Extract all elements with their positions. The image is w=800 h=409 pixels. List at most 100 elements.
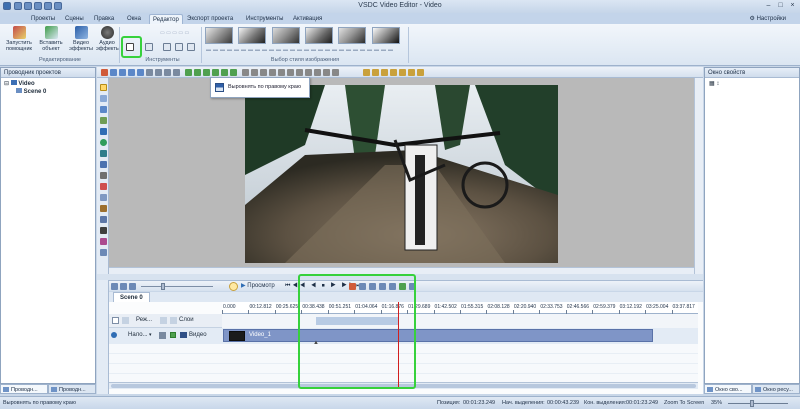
- timeline-zoom-in-icon[interactable]: [120, 283, 127, 290]
- tree-item-scene[interactable]: Scene 0: [4, 88, 95, 96]
- marker-icon[interactable]: [381, 69, 388, 76]
- animation-tool-icon[interactable]: [100, 249, 107, 256]
- style-thumb-4[interactable]: [305, 27, 333, 44]
- tab-properties[interactable]: Окно сво...: [704, 384, 752, 394]
- align-center-icon[interactable]: [194, 69, 201, 76]
- shadow-icon[interactable]: [408, 69, 415, 76]
- insert-object-button[interactable]: Вставить объект: [36, 26, 66, 52]
- preview-button[interactable]: ▶ Просмотр: [241, 281, 275, 291]
- chart-tool-icon[interactable]: [100, 205, 107, 212]
- move-down-icon[interactable]: [155, 69, 162, 76]
- track-blend-dropdown-icon[interactable]: ▾: [149, 332, 152, 338]
- canvas-vertical-scrollbar[interactable]: [694, 78, 703, 274]
- timeline-zoom-fit-icon[interactable]: [129, 283, 136, 290]
- ungroup-icon[interactable]: [278, 69, 285, 76]
- timeline-options-icon[interactable]: [229, 282, 238, 291]
- undo-icon[interactable]: [101, 69, 108, 76]
- position-icon[interactable]: [305, 69, 312, 76]
- rotate-left-icon[interactable]: [163, 43, 171, 51]
- canvas-horizontal-scrollbar[interactable]: [109, 267, 694, 274]
- timeline-ruler[interactable]: 0.000 00:12.812 00:25.625 00:38.438 00:51.25…: [222, 302, 698, 314]
- categorized-icon[interactable]: ▦: [709, 81, 715, 87]
- bring-front-icon[interactable]: [164, 69, 171, 76]
- style-thumb-3[interactable]: [272, 27, 300, 44]
- flip-icon[interactable]: [187, 43, 195, 51]
- zoom-out-icon[interactable]: [119, 69, 126, 76]
- pointer-icon[interactable]: [363, 69, 370, 76]
- zoom-slider[interactable]: [728, 403, 788, 404]
- close-button[interactable]: ×: [788, 2, 797, 10]
- video-clip[interactable]: Video_1: [223, 329, 653, 342]
- tab-tools[interactable]: Инструменты: [243, 14, 286, 24]
- tab-resources[interactable]: Окно ресу...: [752, 384, 800, 394]
- tab-project-explorer[interactable]: Проводн...: [0, 384, 48, 394]
- style-thumb-2[interactable]: [238, 27, 266, 44]
- settings-button[interactable]: ⚙ Настройки: [750, 14, 786, 24]
- zoom-fit-icon[interactable]: [128, 69, 135, 76]
- timeline-ruler-sub[interactable]: [222, 314, 698, 328]
- timeline-zoom-out-icon[interactable]: [111, 283, 118, 290]
- snap-icon[interactable]: [251, 69, 258, 76]
- align-bottom-icon[interactable]: [230, 69, 237, 76]
- align-left-icon[interactable]: [185, 69, 192, 76]
- ellipse-tool-icon[interactable]: [100, 139, 107, 146]
- grid-icon[interactable]: [242, 69, 249, 76]
- timeline-zoom-thumb[interactable]: [161, 283, 165, 290]
- hand-icon[interactable]: [372, 69, 379, 76]
- minimize-button[interactable]: –: [764, 2, 773, 10]
- polygon-tool-icon[interactable]: [100, 150, 107, 157]
- rectangle-tool-icon[interactable]: [100, 128, 107, 135]
- sprite-tool-icon[interactable]: [100, 183, 107, 190]
- opacity-icon[interactable]: [332, 69, 339, 76]
- sort-az-icon[interactable]: ↕: [716, 81, 719, 87]
- audio-tool-icon[interactable]: [100, 227, 107, 234]
- crop-tool-icon[interactable]: [145, 43, 153, 51]
- maximize-button[interactable]: □: [776, 2, 785, 10]
- stroke-icon[interactable]: [399, 69, 406, 76]
- tab-export[interactable]: Экспорт проекта: [184, 14, 236, 24]
- select-tool-icon[interactable]: [100, 84, 107, 91]
- move-up-icon[interactable]: [146, 69, 153, 76]
- tab-editor[interactable]: Редактор: [149, 14, 183, 24]
- audio-effects-button[interactable]: Аудио эффекты: [96, 26, 120, 52]
- resize-icon[interactable]: [296, 69, 303, 76]
- align-middle-icon[interactable]: [221, 69, 228, 76]
- collapse-icon[interactable]: ⊟: [4, 81, 9, 87]
- transparency-icon[interactable]: [417, 69, 424, 76]
- zoom-in-icon[interactable]: [110, 69, 117, 76]
- effect-tool-icon[interactable]: [100, 238, 107, 245]
- style-thumb-5[interactable]: [338, 27, 366, 44]
- rotate-right-icon[interactable]: [175, 43, 183, 51]
- tree-item-video[interactable]: ⊟ Video: [4, 80, 95, 88]
- fill-icon[interactable]: [390, 69, 397, 76]
- video-effects-button[interactable]: Видео эффекты: [66, 26, 96, 52]
- tab-scenes[interactable]: Сцены: [62, 14, 87, 24]
- pen-tool-icon[interactable]: [100, 106, 107, 113]
- crop-icon[interactable]: [314, 69, 321, 76]
- subtitle-tool-icon[interactable]: [100, 172, 107, 179]
- video-tool-icon[interactable]: [100, 216, 107, 223]
- style-thumb-1[interactable]: [205, 27, 233, 44]
- layer-lock-icon[interactable]: [122, 317, 129, 324]
- lock-icon[interactable]: [260, 69, 267, 76]
- style-thumb-6[interactable]: [372, 27, 400, 44]
- line-tool-icon[interactable]: [100, 117, 107, 124]
- scene-tab[interactable]: Scene 0: [113, 292, 150, 302]
- track-audio-icon[interactable]: [159, 332, 166, 339]
- rotate-icon[interactable]: [137, 69, 144, 76]
- track-eye-icon[interactable]: [111, 332, 117, 338]
- align-top-icon[interactable]: [212, 69, 219, 76]
- zoom-mode-button[interactable]: Zoom To Screen: [664, 397, 704, 409]
- tab-edit[interactable]: Правка: [91, 14, 117, 24]
- layer-audio-icon[interactable]: [170, 317, 177, 324]
- zoom-tool-icon[interactable]: [100, 95, 107, 102]
- tab-object-explorer[interactable]: Проводн...: [48, 384, 96, 394]
- tab-activation[interactable]: Активация: [290, 14, 325, 24]
- send-back-icon[interactable]: [173, 69, 180, 76]
- tab-windows[interactable]: Окна: [124, 14, 144, 24]
- video-preview-frame[interactable]: [245, 85, 558, 263]
- tab-projects[interactable]: Проекты: [28, 14, 58, 24]
- image-tool-icon[interactable]: [100, 194, 107, 201]
- layer-checkbox[interactable]: [112, 317, 119, 324]
- timeline-zoom-slider[interactable]: [141, 286, 213, 287]
